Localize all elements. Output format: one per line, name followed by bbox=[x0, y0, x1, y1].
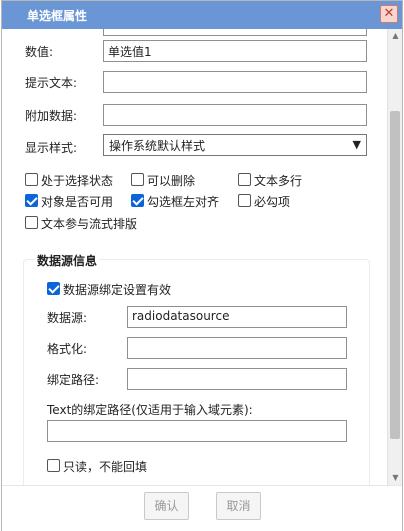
format-label: 格式化: bbox=[47, 342, 88, 356]
hidden-top-field[interactable] bbox=[103, 29, 367, 36]
scroll-down-icon[interactable]: ▼ bbox=[388, 471, 403, 485]
scroll-up-icon[interactable]: ▲ bbox=[388, 29, 403, 43]
hint-label: 提示文本: bbox=[25, 76, 78, 90]
checkbox[interactable] bbox=[47, 459, 60, 472]
hint-input[interactable] bbox=[103, 71, 367, 93]
confirm-button[interactable]: 确认 bbox=[144, 492, 189, 520]
source-label: 数据源: bbox=[47, 311, 88, 325]
checkbox-label: 勾选框左对齐 bbox=[147, 195, 220, 209]
format-input[interactable] bbox=[127, 337, 347, 359]
cancel-button[interactable]: 取消 bbox=[216, 492, 261, 520]
dialog-footer: 确认 取消 bbox=[2, 485, 402, 531]
value-input[interactable]: 单选值1 bbox=[103, 40, 367, 62]
text-path-label: Text的绑定路径(仅适用于输入域元素): bbox=[47, 403, 253, 417]
style-select[interactable]: 操作系统默认样式 ▼ bbox=[103, 134, 367, 156]
checkbox[interactable] bbox=[47, 282, 60, 295]
checkbox-label: 文本多行 bbox=[254, 174, 303, 188]
checkbox-label: 对象是否可用 bbox=[41, 195, 114, 209]
checkbox[interactable] bbox=[25, 173, 38, 186]
radio-properties-dialog: 单选框属性 ✕ 数值: 单选值1 提示文本: 附加数据: 显示样式: 操作系统默… bbox=[1, 0, 403, 531]
checkbox[interactable] bbox=[25, 216, 38, 229]
checkbox-label: 处于选择状态 bbox=[41, 174, 114, 188]
checkbox[interactable] bbox=[131, 173, 144, 186]
checkbox[interactable] bbox=[25, 194, 38, 207]
checkbox-label: 数据源绑定设置有效 bbox=[63, 283, 172, 297]
style-select-value: 操作系统默认样式 bbox=[109, 139, 206, 153]
checkbox[interactable] bbox=[238, 194, 251, 207]
scrollbar-thumb[interactable] bbox=[390, 111, 400, 439]
extra-label: 附加数据: bbox=[25, 109, 78, 123]
datasource-section: 数据源信息 数据源绑定设置有效 数据源: radiodatasource 格式化… bbox=[23, 252, 370, 485]
binding-path-input[interactable] bbox=[127, 368, 347, 390]
checkbox-label: 可以删除 bbox=[147, 174, 196, 188]
extra-data-input[interactable] bbox=[103, 104, 367, 126]
source-input[interactable]: radiodatasource bbox=[127, 306, 347, 328]
style-label: 显示样式: bbox=[25, 141, 78, 155]
text-path-input[interactable] bbox=[47, 420, 347, 442]
value-label: 数值: bbox=[25, 45, 54, 59]
path-label: 绑定路径: bbox=[47, 373, 100, 387]
vertical-scrollbar[interactable]: ▲ ▼ bbox=[387, 29, 402, 485]
close-icon[interactable]: ✕ bbox=[380, 5, 398, 23]
checkbox-label: 文本参与流式排版 bbox=[41, 217, 138, 231]
checkbox[interactable] bbox=[238, 173, 251, 186]
checkbox-label: 只读，不能回填 bbox=[63, 460, 148, 474]
checkbox[interactable] bbox=[131, 194, 144, 207]
chevron-down-icon: ▼ bbox=[352, 138, 361, 151]
datasource-title: 数据源信息 bbox=[35, 252, 100, 269]
dialog-title: 单选框属性 bbox=[27, 9, 88, 23]
checkbox-label: 必勾项 bbox=[254, 195, 291, 209]
title-bar[interactable]: 单选框属性 ✕ bbox=[2, 1, 402, 29]
dialog-content: 数值: 单选值1 提示文本: 附加数据: 显示样式: 操作系统默认样式 ▼ 处于… bbox=[3, 29, 387, 485]
